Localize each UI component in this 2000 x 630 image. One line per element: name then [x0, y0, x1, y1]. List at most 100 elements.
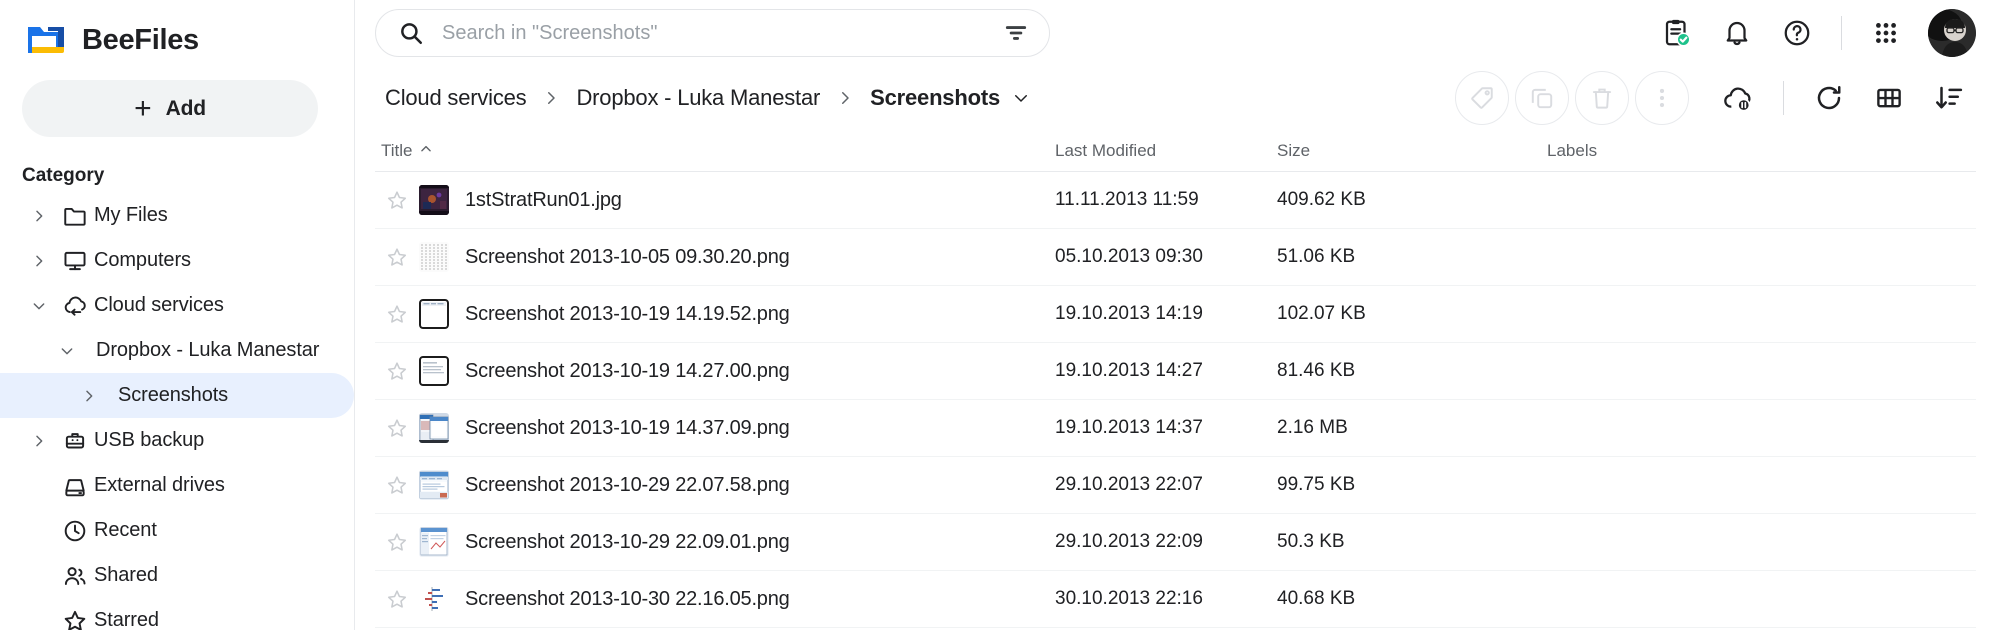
star-toggle-icon[interactable]	[375, 189, 419, 211]
table-row[interactable]: Screenshot 2013-10-29 22.07.58.png 29.10.…	[375, 457, 1976, 514]
sidebar-item-label: Recent	[94, 519, 157, 541]
table-row[interactable]: Screenshot 2013-10-29 22.09.01.png 29.10.…	[375, 514, 1976, 571]
star-toggle-icon[interactable]	[375, 303, 419, 325]
cell-title: Screenshot 2013-10-29 22.07.58.png	[375, 470, 1055, 500]
table-row[interactable]: Screenshot 2013-10-05 09.30.20.png 05.10.…	[375, 229, 1976, 286]
sidebar-item-shared[interactable]: Shared	[0, 553, 354, 598]
file-thumbnail	[419, 356, 449, 386]
cell-title: Screenshot 2013-10-29 22.09.01.png	[375, 527, 1055, 557]
app-name: BeeFiles	[82, 23, 199, 56]
cloud-pause-icon[interactable]	[1711, 71, 1765, 125]
star-toggle-icon[interactable]	[375, 417, 419, 439]
file-modified: 19.10.2013 14:27	[1055, 360, 1203, 381]
chevron-right-icon[interactable]	[72, 388, 106, 404]
plus-icon: +	[134, 91, 152, 125]
sidebar-item-starred[interactable]: Starred	[0, 598, 354, 630]
breadcrumb-item-1[interactable]: Dropbox - Luka Manestar	[566, 79, 830, 117]
cell-title: Screenshot 2013-10-19 14.27.00.png	[375, 356, 1055, 386]
selection-toolbar	[1455, 71, 1976, 125]
folder-logo-icon	[26, 23, 66, 57]
star-icon	[56, 608, 94, 630]
file-size: 50.3 KB	[1277, 531, 1345, 552]
cell-title: Screenshot 2013-10-19 14.37.09.png	[375, 413, 1055, 443]
brand[interactable]: BeeFiles	[0, 0, 354, 62]
tune-filter-icon[interactable]	[1001, 20, 1031, 46]
sidebar: BeeFiles + Add Category My Files Computer…	[0, 0, 355, 630]
bell-icon[interactable]	[1709, 5, 1765, 61]
file-name: 1stStratRun01.jpg	[465, 188, 622, 211]
grid-view-icon[interactable]	[1862, 71, 1916, 125]
breadcrumb: Cloud services Dropbox - Luka Manestar Scr…	[375, 79, 1034, 117]
topbar	[355, 0, 2000, 66]
sidebar-item-label: My Files	[94, 204, 168, 226]
star-toggle-icon[interactable]	[375, 588, 419, 610]
sidebar-item-label: Screenshots	[118, 384, 229, 406]
file-size: 102.07 KB	[1277, 303, 1366, 324]
table-row[interactable]: Screenshot 2013-10-30 22.16.05.png 30.10.…	[375, 571, 1976, 628]
refresh-icon[interactable]	[1802, 71, 1856, 125]
sidebar-item-computers[interactable]: Computers	[0, 238, 354, 283]
file-name: Screenshot 2013-10-05 09.30.20.png	[465, 245, 790, 268]
file-modified: 29.10.2013 22:09	[1055, 531, 1203, 552]
sidebar-item-label: External drives	[94, 474, 225, 496]
breadcrumb-row: Cloud services Dropbox - Luka Manestar Scr…	[355, 66, 2000, 130]
sidebar-item-usb-backup[interactable]: USB backup	[0, 418, 354, 463]
sidebar-item-label: Dropbox - Luka Manestar	[96, 339, 320, 361]
chevron-down-icon[interactable]	[50, 343, 84, 359]
chevron-down-icon[interactable]	[1008, 85, 1034, 111]
file-modified: 19.10.2013 14:37	[1055, 417, 1203, 438]
sidebar-item-cloud-services[interactable]: Cloud services	[0, 283, 354, 328]
star-toggle-icon[interactable]	[375, 246, 419, 268]
column-header-title[interactable]: Title	[375, 141, 1055, 161]
chevron-right-icon[interactable]	[22, 253, 56, 269]
sidebar-item-dropbox-luka-manestar[interactable]: Dropbox - Luka Manestar	[0, 328, 354, 373]
tasks-icon[interactable]	[1649, 5, 1705, 61]
divider	[1783, 81, 1784, 115]
star-toggle-icon[interactable]	[375, 474, 419, 496]
monitor-icon	[56, 248, 94, 274]
table-row[interactable]: Screenshot 2013-10-19 14.19.52.png 19.10.…	[375, 286, 1976, 343]
star-toggle-icon[interactable]	[375, 531, 419, 553]
file-modified: 19.10.2013 14:19	[1055, 303, 1203, 324]
file-modified: 05.10.2013 09:30	[1055, 246, 1203, 267]
breadcrumb-item-0[interactable]: Cloud services	[375, 79, 536, 117]
sidebar-nav: My Files Computers Cloud services Dropbox -…	[0, 193, 354, 630]
search-bar[interactable]	[375, 9, 1050, 57]
sidebar-item-external-drives[interactable]: External drives	[0, 463, 354, 508]
breadcrumb-item-2[interactable]: Screenshots	[860, 79, 1004, 117]
chevron-right-icon[interactable]	[22, 433, 56, 449]
table-row[interactable]: 1stStratRun01.jpg 11.11.2013 11:59 409.62 …	[375, 172, 1976, 229]
sidebar-item-label: USB backup	[94, 429, 205, 451]
file-table: Title Last Modified Size Labels 1stStrat…	[355, 130, 2000, 628]
sidebar-item-screenshots[interactable]: Screenshots	[0, 373, 354, 418]
help-icon[interactable]	[1769, 5, 1825, 61]
top-actions	[1649, 5, 1976, 61]
chevron-right-icon[interactable]	[22, 208, 56, 224]
tag-icon	[1455, 71, 1509, 125]
sort-icon[interactable]	[1922, 71, 1976, 125]
star-toggle-icon[interactable]	[375, 360, 419, 382]
sidebar-item-recent[interactable]: Recent	[0, 508, 354, 553]
file-name: Screenshot 2013-10-19 14.19.52.png	[465, 302, 790, 325]
file-name: Screenshot 2013-10-29 22.09.01.png	[465, 530, 790, 553]
trash-icon	[1575, 71, 1629, 125]
file-thumbnail	[419, 413, 449, 443]
add-button[interactable]: + Add	[22, 80, 318, 137]
search-input[interactable]	[424, 21, 1001, 45]
file-thumbnail	[419, 242, 449, 272]
more-vertical-icon	[1635, 71, 1689, 125]
table-body: 1stStratRun01.jpg 11.11.2013 11:59 409.62 …	[375, 172, 1976, 628]
apps-grid-icon[interactable]	[1858, 5, 1914, 61]
column-header-modified[interactable]: Last Modified	[1055, 141, 1277, 161]
column-header-size[interactable]: Size	[1277, 141, 1547, 161]
column-header-labels[interactable]: Labels	[1547, 141, 1976, 161]
table-row[interactable]: Screenshot 2013-10-19 14.27.00.png 19.10.…	[375, 343, 1976, 400]
sidebar-item-my-files[interactable]: My Files	[0, 193, 354, 238]
table-row[interactable]: Screenshot 2013-10-19 14.37.09.png 19.10.…	[375, 400, 1976, 457]
file-modified: 11.11.2013 11:59	[1055, 189, 1199, 210]
chevron-right-icon	[834, 89, 856, 107]
user-avatar[interactable]	[1928, 9, 1976, 57]
cell-title: Screenshot 2013-10-19 14.19.52.png	[375, 299, 1055, 329]
chevron-down-icon[interactable]	[22, 298, 56, 314]
file-name: Screenshot 2013-10-30 22.16.05.png	[465, 587, 790, 610]
